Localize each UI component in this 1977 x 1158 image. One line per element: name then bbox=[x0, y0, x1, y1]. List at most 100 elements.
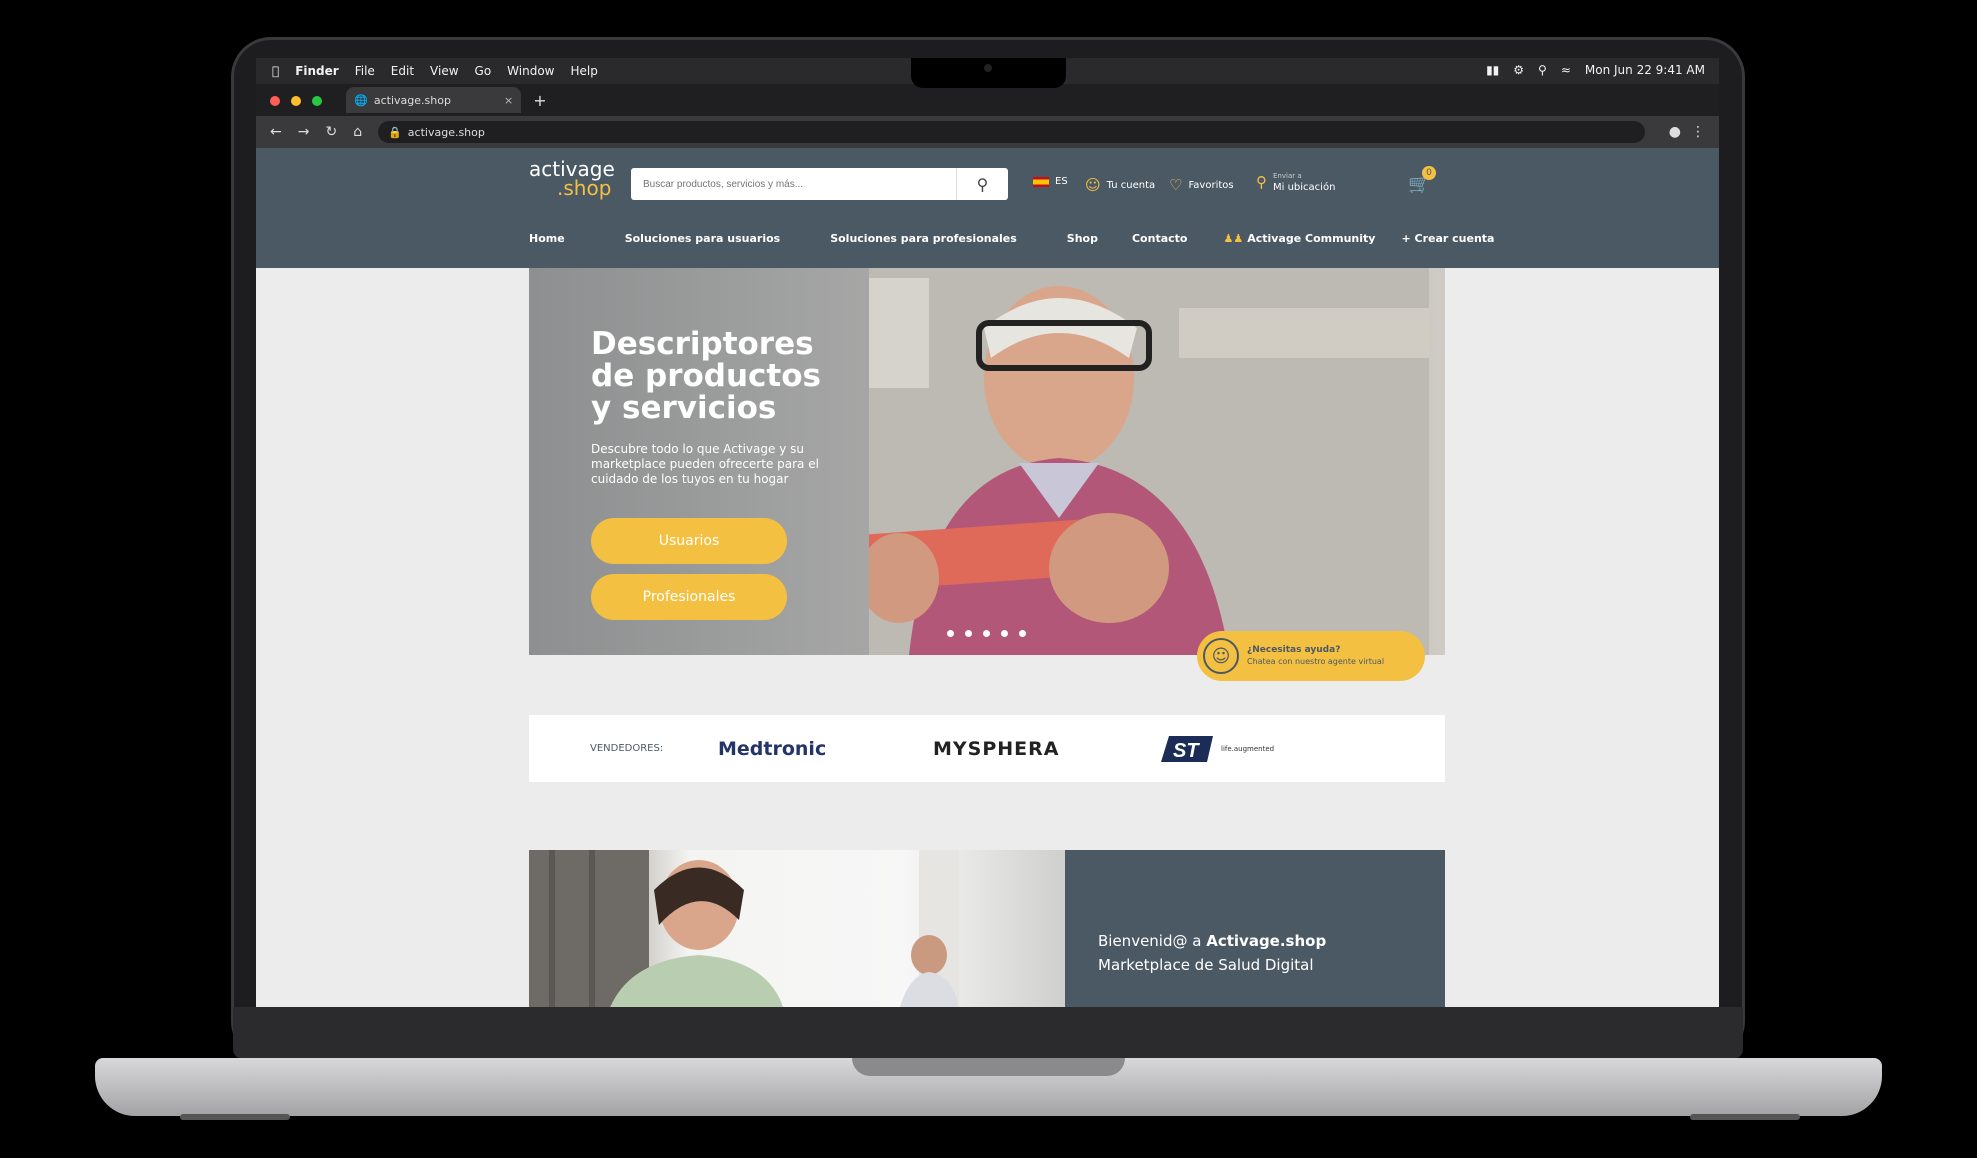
account-link[interactable]: ☺ Tu cuenta bbox=[1085, 176, 1155, 194]
carousel-dots bbox=[947, 630, 1026, 637]
vendor-medtronic-logo[interactable]: Medtronic bbox=[718, 738, 826, 760]
battery-icon[interactable]: ▮▮ bbox=[1486, 63, 1499, 77]
welcome-photo bbox=[529, 850, 959, 1007]
laptop-base-notch bbox=[852, 1058, 1125, 1076]
help-subtitle: Chatea con nuestro agente virtual bbox=[1247, 657, 1385, 666]
location-pin-icon: ⚲ bbox=[1256, 173, 1267, 191]
search-icon[interactable]: ⚲ bbox=[956, 168, 1008, 200]
welcome-prefix: Bienvenid@ a bbox=[1098, 932, 1207, 950]
hero-photo-man-with-phone bbox=[869, 268, 1429, 655]
nav-shop[interactable]: Shop bbox=[1067, 232, 1098, 245]
professionals-button[interactable]: Profesionales bbox=[591, 574, 787, 620]
hero-title-line: y servicios bbox=[591, 390, 777, 426]
carousel-dot[interactable] bbox=[1019, 630, 1026, 637]
menu-window[interactable]: Window bbox=[507, 64, 554, 78]
main-nav: Home Soluciones para usuarios Soluciones… bbox=[529, 232, 1494, 245]
community-people-icon: ♟♟ bbox=[1223, 232, 1244, 245]
location-top-label: Enviar a bbox=[1273, 172, 1302, 180]
camera-icon bbox=[984, 64, 992, 72]
menu-edit[interactable]: Edit bbox=[391, 64, 414, 78]
spain-flag-icon bbox=[1033, 176, 1049, 187]
hero-title-line: de productos bbox=[591, 358, 821, 394]
users-button[interactable]: Usuarios bbox=[591, 518, 787, 564]
welcome-panel: Bienvenid@ a Activage.shop Marketplace d… bbox=[1065, 850, 1445, 1007]
new-tab-button[interactable]: + bbox=[533, 91, 546, 110]
menu-finder[interactable]: Finder bbox=[295, 64, 339, 78]
lock-icon: 🔒 bbox=[388, 125, 402, 139]
profile-icon[interactable]: ● bbox=[1669, 124, 1681, 140]
laptop-notch bbox=[911, 58, 1066, 88]
carousel-dot[interactable] bbox=[965, 630, 972, 637]
vendor-st-logo[interactable]: ST life.augmented bbox=[1161, 734, 1274, 764]
nav-community-label: Activage Community bbox=[1247, 232, 1376, 245]
back-arrow-icon[interactable]: ← bbox=[270, 124, 282, 140]
vendor-st-tagline: life.augmented bbox=[1221, 744, 1275, 753]
heart-icon: ♡ bbox=[1169, 176, 1183, 194]
menu-help[interactable]: Help bbox=[571, 64, 598, 78]
zoom-window-button[interactable] bbox=[312, 95, 323, 106]
browser-tabbar: 🌐 activage.shop × + bbox=[256, 84, 1719, 116]
browser-toolbar: ← → ↻ ⌂ 🔒 activage.shop ● ⋮ bbox=[256, 116, 1719, 148]
globe-icon: 🌐 bbox=[354, 93, 368, 107]
language-label: ES bbox=[1055, 176, 1068, 187]
minimize-window-button[interactable] bbox=[291, 95, 302, 106]
location-label: Mi ubicación bbox=[1273, 182, 1336, 193]
menubar-datetime[interactable]: Mon Jun 22 9:41 AM bbox=[1585, 63, 1705, 77]
carousel-dot[interactable] bbox=[983, 630, 990, 637]
close-icon[interactable]: × bbox=[504, 94, 513, 107]
close-window-button[interactable] bbox=[270, 95, 280, 106]
menu-view[interactable]: View bbox=[430, 64, 458, 78]
home-icon[interactable]: ⌂ bbox=[353, 124, 362, 140]
carousel-dot[interactable] bbox=[947, 630, 954, 637]
window-controls bbox=[270, 91, 328, 110]
hero-banner: Descriptores de productos y servicios De… bbox=[529, 268, 1445, 655]
address-url: activage.shop bbox=[407, 125, 485, 139]
cart-button[interactable]: 🛒 0 bbox=[1408, 166, 1436, 195]
hero-subtitle: Descubre todo lo que Activage y su marke… bbox=[591, 442, 819, 486]
help-chat-button[interactable]: ☺ ¿Necesitas ayuda? Chatea con nuestro a… bbox=[1197, 631, 1425, 681]
site-header: activage .shop ⚲ ES ☺ Tu cuenta ♡ Favori… bbox=[256, 148, 1719, 268]
welcome-brand: Activage.shop bbox=[1206, 932, 1327, 950]
reload-icon[interactable]: ↻ bbox=[325, 124, 337, 140]
favorites-link[interactable]: ♡ Favoritos bbox=[1169, 176, 1234, 194]
search-input[interactable] bbox=[631, 168, 956, 200]
laptop-chin bbox=[233, 1007, 1743, 1059]
screen:  Finder File Edit View Go Window Help ▮… bbox=[256, 58, 1719, 1007]
welcome-subheading: Marketplace de Salud Digital bbox=[1098, 956, 1314, 974]
svg-text:ST: ST bbox=[1173, 740, 1200, 762]
apple-icon[interactable]:  bbox=[272, 64, 279, 78]
laptop-foot-right bbox=[1690, 1114, 1800, 1120]
cart-count-badge: 0 bbox=[1422, 166, 1436, 180]
menu-file[interactable]: File bbox=[355, 64, 375, 78]
hero-title-line: Descriptores bbox=[591, 326, 814, 362]
address-bar[interactable]: 🔒 activage.shop bbox=[378, 121, 1646, 143]
control-center-icon[interactable]: ⚙ bbox=[1513, 63, 1524, 77]
vendors-label: VENDEDORES: bbox=[590, 743, 664, 754]
hero-title: Descriptores de productos y servicios bbox=[591, 328, 821, 424]
carousel-dot[interactable] bbox=[1001, 630, 1008, 637]
tab-title: activage.shop bbox=[373, 93, 451, 107]
laptop-foot-left bbox=[180, 1114, 290, 1120]
nav-community[interactable]: ♟♟ Activage Community bbox=[1223, 232, 1375, 245]
nav-contact[interactable]: Contacto bbox=[1132, 232, 1187, 245]
vendor-mysphera-logo[interactable]: MYSPHERA bbox=[933, 738, 1060, 760]
browser-extensions: ● ⋮ bbox=[1669, 124, 1705, 140]
nav-user-solutions[interactable]: Soluciones para usuarios bbox=[625, 232, 781, 245]
forward-arrow-icon[interactable]: → bbox=[298, 124, 310, 140]
st-logo-icon: ST bbox=[1161, 735, 1213, 762]
favorites-label: Favoritos bbox=[1188, 179, 1234, 191]
site-logo[interactable]: activage .shop bbox=[529, 159, 615, 198]
spotlight-search-icon[interactable]: ⚲ bbox=[1538, 63, 1547, 77]
nav-pro-solutions[interactable]: Soluciones para profesionales bbox=[830, 232, 1017, 245]
browser-tab[interactable]: 🌐 activage.shop × bbox=[346, 87, 522, 113]
language-selector[interactable]: ES bbox=[1033, 176, 1068, 187]
wifi-icon[interactable]: ≈ bbox=[1561, 63, 1571, 77]
menu-go[interactable]: Go bbox=[475, 64, 492, 78]
user-face-icon: ☺ bbox=[1085, 176, 1101, 194]
more-menu-icon[interactable]: ⋮ bbox=[1691, 124, 1705, 140]
welcome-photo-women bbox=[529, 850, 1065, 1007]
account-label: Tu cuenta bbox=[1106, 179, 1156, 191]
nav-create-account[interactable]: + Crear cuenta bbox=[1401, 232, 1494, 245]
nav-home[interactable]: Home bbox=[529, 232, 565, 245]
location-link[interactable]: ⚲ Enviar a Mi ubicación bbox=[1256, 170, 1335, 194]
